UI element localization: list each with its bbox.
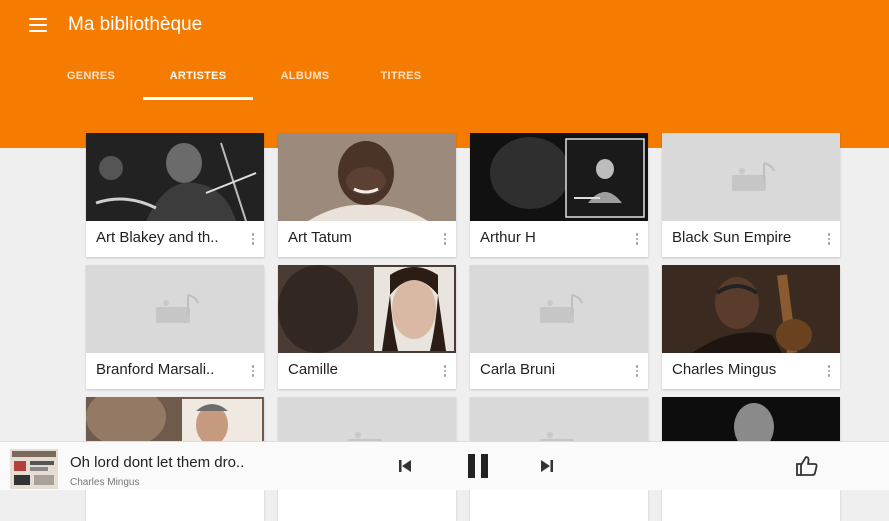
artist-name: Charles Mingus [672,361,777,378]
artist-name: Black Sun Empire [672,229,792,246]
album-thumbnail-icon [10,449,58,489]
artist-name [672,493,812,513]
artist-name: Camille [288,361,339,378]
album-cover-icon [470,133,648,221]
artist-card[interactable]: Black Sun Empire [662,133,840,257]
thumbs-up-icon[interactable] [795,454,819,483]
music-note-placeholder-icon [156,294,199,323]
portrait-photo-icon [278,133,456,221]
now-playing-artist: Charles Mingus [70,477,140,488]
drummer-photo-icon [86,133,264,221]
music-note-placeholder-icon [540,294,583,323]
more-options-icon[interactable] [440,361,450,381]
more-options-icon[interactable] [632,361,642,381]
artist-name: Art Tatum [288,229,352,246]
page-title: Ma bibliothèque [68,14,203,35]
artist-album-cover [470,133,648,221]
artist-card[interactable]: Camille [278,265,456,389]
artist-name: Arthur H [480,229,536,246]
artist-photo [662,265,840,353]
artist-card[interactable]: Carla Bruni [470,265,648,389]
artist-name: Art Blakey and th.. [96,229,219,246]
artist-card[interactable]: Art Tatum [278,133,456,257]
portrait-photo-icon [278,265,456,353]
artist-card[interactable]: Charles Mingus [662,265,840,389]
more-options-icon[interactable] [248,361,258,381]
tab-titres[interactable]: TITRES [370,62,432,98]
artist-placeholder [662,133,840,221]
pause-icon[interactable] [466,452,490,485]
tab-artistes[interactable]: ARTISTES [143,62,253,98]
now-playing-album-art[interactable] [10,449,58,489]
artist-name: Branford Marsali.. [96,361,215,378]
artist-name [288,493,428,513]
artist-photo [86,133,264,221]
artist-name [96,493,236,513]
more-options-icon[interactable] [824,229,834,249]
more-options-icon[interactable] [824,361,834,381]
more-options-icon[interactable] [440,229,450,249]
more-options-icon[interactable] [248,229,258,249]
next-icon[interactable] [540,458,554,479]
artist-photo [278,133,456,221]
tab-genres[interactable]: GENRES [62,62,120,98]
tab-bar: GENRES ARTISTES ALBUMS TITRES [0,62,889,102]
now-playing-title[interactable]: Oh lord dont let them dro.. [70,454,244,471]
music-note-placeholder-icon [732,162,775,191]
artist-name [480,493,620,513]
artist-card[interactable]: Arthur H [470,133,648,257]
artist-placeholder [470,265,648,353]
artist-placeholder [86,265,264,353]
artist-card[interactable]: Art Blakey and th.. [86,133,264,257]
bassist-photo-icon [662,265,840,353]
artist-card[interactable]: Branford Marsali.. [86,265,264,389]
active-tab-indicator [143,97,253,100]
previous-icon[interactable] [398,458,412,479]
tab-albums[interactable]: ALBUMS [270,62,340,98]
artist-name: Carla Bruni [480,361,556,378]
more-options-icon[interactable] [632,229,642,249]
artist-photo [278,265,456,353]
hamburger-menu-icon[interactable] [29,18,47,32]
app-bar: Ma bibliothèque GENRES ARTISTES ALBUMS T… [0,0,889,148]
now-playing-bar[interactable]: Oh lord dont let them dro.. Charles Ming… [0,441,889,490]
